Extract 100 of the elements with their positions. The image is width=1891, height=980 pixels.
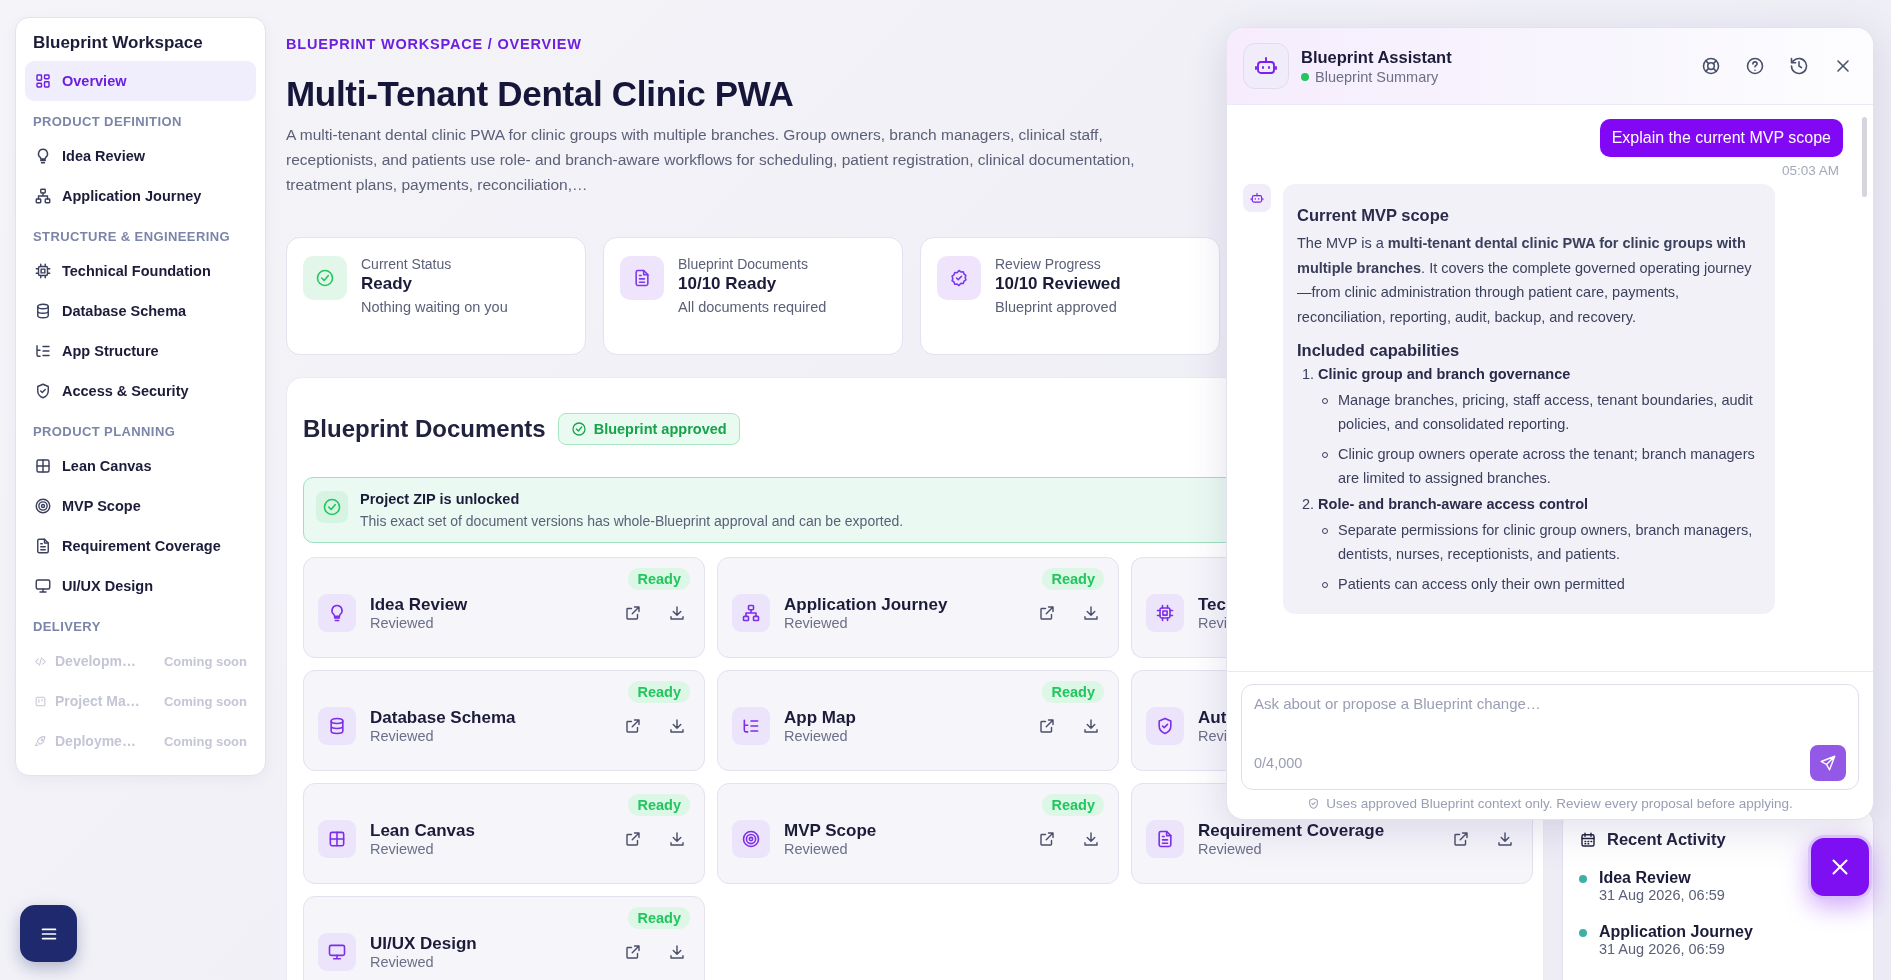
document-card[interactable]: Ready App Map Reviewed [717, 670, 1119, 771]
sidebar-item[interactable]: Requirement Coverage [25, 526, 256, 566]
sidebar-item[interactable]: Lean Canvas [25, 446, 256, 486]
stat-label: Blueprint Documents [678, 256, 809, 272]
stat-note: Blueprint approved [995, 299, 1118, 315]
section-heading: PRODUCT DEFINITION [32, 113, 183, 131]
list-icon [34, 342, 52, 360]
document-card[interactable]: Ready Lean Canvas Reviewed [303, 783, 705, 884]
list-item-title: Clinic group and branch governance [1318, 366, 1571, 382]
board-icon [34, 694, 47, 708]
download-icon [668, 830, 686, 848]
document-status: Reviewed [784, 841, 849, 857]
approved-badge: Blueprint approved [557, 413, 740, 445]
list-item: Manage branches, pricing, staff access, tenant boundaries, audit policies, and consolidated reporting. [1338, 391, 1754, 434]
document-title: Aut [1198, 708, 1227, 728]
message-heading: Current MVP scope [1297, 206, 1450, 225]
activity-time: 31 Aug 2026, 06:59 [1599, 887, 1725, 903]
document-status: Revi [1198, 615, 1227, 631]
robot-icon [1250, 191, 1264, 205]
hierarchy-icon [34, 187, 52, 205]
database-icon [34, 302, 52, 320]
scrollbar[interactable] [1862, 117, 1867, 197]
sidebar-item[interactable]: Idea Review [25, 136, 256, 176]
section-heading: STRUCTURE & ENGINEERING [32, 228, 231, 246]
status-badge: Ready [628, 794, 690, 816]
download-icon [668, 943, 686, 961]
document-title: Application Journey [784, 595, 948, 615]
document-status: Reviewed [370, 728, 435, 744]
message-input[interactable]: Ask about or propose a Blueprint change… [1254, 695, 1846, 745]
project-description: A multi-tenant dental clinic PWA for clinic groups with multiple branches. Group owners, branch managers, clinical staff, receptionists, and patients use role- and branch-aware workflows for scheduling, patient registration, clinical documentation, treatment plans, payments, reconciliation,… [286, 125, 1136, 195]
badge-check-icon [949, 268, 969, 288]
document-card[interactable]: Ready Idea Review Reviewed [303, 557, 705, 658]
document-status: Reviewed [370, 615, 435, 631]
document-card[interactable]: Ready MVP Scope Reviewed [717, 783, 1119, 884]
document-title: Tec [1198, 595, 1227, 615]
activity-title: Idea Review [1599, 869, 1692, 887]
breadcrumb: BLUEPRINT WORKSPACE / OVERVIEW [286, 36, 582, 52]
stat-label: Review Progress [995, 256, 1102, 272]
sidebar-item[interactable]: MVP Scope [25, 486, 256, 526]
sidebar-item[interactable]: App Structure [25, 331, 256, 371]
send-button[interactable] [1810, 745, 1846, 781]
shield-icon [1307, 797, 1321, 810]
section-heading: PRODUCT PLANNING [32, 423, 177, 441]
external-link-icon [624, 717, 642, 735]
download-icon [1082, 830, 1100, 848]
document-status: Reviewed [1198, 841, 1263, 857]
document-title: UI/UX Design [370, 934, 477, 954]
shield-icon [1155, 716, 1175, 736]
message-time: 05:03 AM [1781, 163, 1839, 178]
list-item-title: Role- and branch-aware access control [1318, 496, 1589, 512]
message-heading: Included capabilities [1297, 341, 1461, 360]
document-card[interactable]: Ready Application Journey Reviewed [717, 557, 1119, 658]
download-icon [1082, 604, 1100, 622]
lifebuoy-icon [1701, 56, 1721, 76]
database-icon [327, 716, 347, 736]
sidebar-item[interactable]: Technical Foundation [25, 251, 256, 291]
close-button[interactable] [1808, 835, 1872, 899]
external-link-icon [624, 830, 642, 848]
stat-value: 10/10 Reviewed [995, 274, 1121, 294]
rocket-icon [34, 734, 47, 748]
sidebar-item[interactable]: UI/UX Design [25, 566, 256, 606]
external-link-icon [1452, 830, 1470, 848]
document-card[interactable]: Aut Revi [1131, 670, 1227, 771]
monitor-icon [327, 942, 347, 962]
list-icon [741, 716, 761, 736]
sidebar-item[interactable]: Application Journey [25, 176, 256, 216]
download-icon [668, 604, 686, 622]
external-link-icon [1038, 830, 1056, 848]
activity-time: 31 Aug 2026, 06:59 [1599, 941, 1726, 957]
status-dot [1579, 929, 1587, 937]
document-card[interactable]: Ready UI/UX Design Reviewed [303, 896, 705, 980]
stat-note: All documents required [678, 299, 827, 315]
workspace-title: Blueprint Workspace [32, 32, 204, 54]
check-circle-icon [322, 497, 342, 517]
document-card[interactable]: Tec Revi [1131, 557, 1227, 658]
grid-icon [327, 829, 347, 849]
assistant-title: Blueprint Assistant [1301, 47, 1452, 67]
status-badge: Ready [1042, 681, 1104, 703]
code-icon [34, 654, 47, 668]
external-link-icon [624, 604, 642, 622]
sidebar-item[interactable]: Access & Security [25, 371, 256, 411]
document-card[interactable]: Ready Database Schema Reviewed [303, 670, 705, 771]
sidebar-item[interactable]: Overview [25, 61, 256, 101]
menu-button[interactable] [20, 905, 77, 962]
status-dot [1579, 875, 1587, 883]
history-icon [1789, 56, 1809, 76]
message-paragraph: The MVP is a multi-tenant dental clinic PWA for clinic groups with multiple branches. It covers the complete governed operating journey—from clinic administration through patient care, payments, reconciliation, reporting, audit, backup, and recovery. [1297, 234, 1753, 327]
status-badge: Ready [628, 681, 690, 703]
stat-value: Ready [361, 274, 414, 294]
target-icon [741, 829, 761, 849]
check-circle-icon [315, 268, 335, 288]
document-title: Idea Review [370, 595, 468, 615]
monitor-icon [34, 577, 52, 595]
sidebar-item[interactable]: Database Schema [25, 291, 256, 331]
document-icon [1155, 829, 1175, 849]
activity-title: Application Journey [1599, 923, 1753, 941]
document-status: Reviewed [370, 841, 435, 857]
chip-icon [1155, 603, 1175, 623]
user-message: Explain the current MVP scope [1599, 119, 1843, 157]
list-number: 1. [1302, 366, 1315, 382]
